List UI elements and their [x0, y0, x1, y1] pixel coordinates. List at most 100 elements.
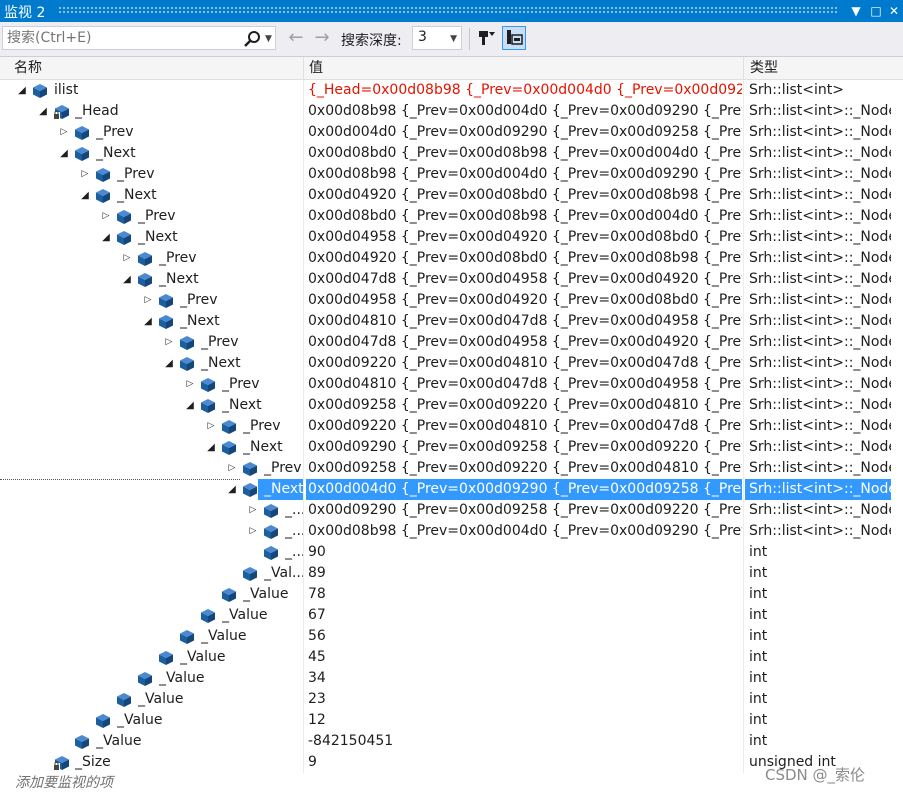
value-cell[interactable]: 78	[306, 584, 742, 605]
name-cell[interactable]: _Value	[0, 647, 303, 668]
collapse-arrow-icon[interactable]: ◢	[163, 353, 175, 374]
name-cell[interactable]: ▷ _Prev	[0, 332, 303, 353]
name-cell[interactable]: _Value	[0, 668, 303, 689]
table-row[interactable]: ◢ _Next 0x00d04810 {_Prev=0x00d047d8 {_Pre…	[0, 311, 903, 332]
maximize-button[interactable]: □	[867, 1, 885, 21]
table-row[interactable]: ▷ _...0x00d08b98 {_Prev=0x00d004d0 {_Prev…	[0, 521, 903, 542]
name-cell[interactable]: ▷ _...	[0, 521, 303, 542]
value-cell[interactable]: 0x00d04958 {_Prev=0x00d04920 {_Prev=0x00…	[306, 290, 742, 311]
name-cell[interactable]: _Value	[0, 626, 303, 647]
expand-arrow-icon[interactable]: ▷	[184, 374, 196, 395]
value-cell[interactable]: 89	[306, 563, 742, 584]
collapse-arrow-icon[interactable]: ◢	[205, 437, 217, 458]
name-cell[interactable]: ▷ _...	[0, 500, 303, 521]
back-arrow-icon[interactable]: ←	[285, 27, 307, 49]
table-row[interactable]: _Value 45 int	[0, 647, 903, 668]
table-row[interactable]: ▷ _Prev 0x00d08bd0 {_Prev=0x00d08b98 {_Pre…	[0, 206, 903, 227]
collapse-arrow-icon[interactable]: ◢	[58, 143, 70, 164]
name-cell[interactable]: ◢ _Next	[0, 185, 303, 206]
name-cell[interactable]: ◢ _Next	[0, 395, 303, 416]
name-cell[interactable]: ◢ _Next	[0, 269, 303, 290]
name-cell[interactable]: ▷ _Prev	[0, 122, 303, 143]
value-cell[interactable]: 0x00d04920 {_Prev=0x00d08bd0 {_Prev=0x00…	[306, 185, 742, 206]
value-cell[interactable]: 0x00d09258 {_Prev=0x00d09220 {_Prev=0x00…	[306, 458, 742, 479]
name-cell[interactable]: ▷ _Prev	[0, 164, 303, 185]
table-row[interactable]: ◢ _Next 0x00d09290 {_Prev=0x00d09258 {_Pre…	[0, 437, 903, 458]
expand-arrow-icon[interactable]: ▷	[100, 206, 112, 227]
name-cell[interactable]: _...	[0, 542, 303, 563]
table-row[interactable]: ▷ _Prev 0x00d004d0 {_Prev=0x00d09290 {_Pre…	[0, 122, 903, 143]
table-row[interactable]: _Val... 89 int	[0, 563, 903, 584]
window-dropdown-button[interactable]: ▼	[847, 1, 865, 21]
value-cell[interactable]: 0x00d04810 {_Prev=0x00d047d8 {_Prev=0x00…	[306, 374, 742, 395]
collapse-arrow-icon[interactable]: ◢	[16, 80, 28, 101]
expand-arrow-icon[interactable]: ▷	[226, 458, 238, 479]
value-cell[interactable]: 0x00d04920 {_Prev=0x00d08bd0 {_Prev=0x00…	[306, 248, 742, 269]
pin-filter-icon[interactable]	[475, 26, 499, 50]
name-cell[interactable]: ▷ _Prev	[0, 374, 303, 395]
value-cell[interactable]: 9	[306, 752, 742, 773]
name-cell[interactable]: ◢ _Next	[0, 143, 303, 164]
expand-arrow-icon[interactable]: ▷	[247, 521, 259, 542]
table-row[interactable]: ◢ _Next 0x00d09220 {_Prev=0x00d04810 {_Pre…	[0, 353, 903, 374]
name-cell[interactable]: ◢ _Next	[0, 353, 303, 374]
table-row[interactable]: ◢ _Next 0x00d09258 {_Prev=0x00d09220 {_Pre…	[0, 395, 903, 416]
value-cell[interactable]: 0x00d09258 {_Prev=0x00d09220 {_Prev=0x00…	[306, 395, 742, 416]
forward-arrow-icon[interactable]: →	[311, 27, 333, 49]
value-cell[interactable]: -842150451	[306, 731, 742, 752]
table-row[interactable]: ▷ _Prev 0x00d047d8 {_Prev=0x00d04958 {_Pre…	[0, 332, 903, 353]
value-cell[interactable]: 0x00d09220 {_Prev=0x00d04810 {_Prev=0x00…	[306, 416, 742, 437]
add-watch-item[interactable]: 添加要监视的项	[0, 773, 303, 794]
name-cell[interactable]: ▷ _Prev	[0, 458, 303, 479]
table-row[interactable]: ▷ _...0x00d09290 {_Prev=0x00d09258 {_Prev…	[0, 500, 903, 521]
value-cell[interactable]: 0x00d047d8 {_Prev=0x00d04958 {_Prev=0x00…	[306, 332, 742, 353]
search-icon[interactable]	[242, 29, 262, 49]
collapse-arrow-icon[interactable]: ◢	[226, 479, 238, 500]
column-name-header[interactable]: 名称	[14, 57, 42, 79]
name-cell[interactable]: ◢ _Next	[0, 311, 303, 332]
collapse-arrow-icon[interactable]: ◢	[184, 395, 196, 416]
table-row[interactable]: _Value 78 int	[0, 584, 903, 605]
collapse-arrow-icon[interactable]: ◢	[37, 101, 49, 122]
value-cell[interactable]: 34	[306, 668, 742, 689]
column-type-header[interactable]: 类型	[750, 57, 778, 79]
expand-arrow-icon[interactable]: ▷	[79, 164, 91, 185]
search-depth-select[interactable]: 3 ▼	[412, 26, 462, 50]
value-cell[interactable]: 0x00d047d8 {_Prev=0x00d04958 {_Prev=0x00…	[306, 269, 742, 290]
table-row[interactable]: ◢ _Next 0x00d004d0 {_Prev=0x00d09290 {_Pre…	[0, 479, 903, 500]
table-row[interactable]: ▷ _Prev 0x00d08b98 {_Prev=0x00d004d0 {_Pre…	[0, 164, 903, 185]
name-cell[interactable]: _Value	[0, 710, 303, 731]
expand-arrow-icon[interactable]: ▷	[205, 416, 217, 437]
expand-arrow-icon[interactable]: ▷	[121, 248, 133, 269]
value-cell[interactable]: 0x00d08bd0 {_Prev=0x00d08b98 {_Prev=0x00…	[306, 206, 742, 227]
name-cell[interactable]: _Size	[0, 752, 303, 773]
name-cell[interactable]: _Value	[0, 584, 303, 605]
chevron-down-icon[interactable]: ▼	[265, 29, 272, 49]
table-row[interactable]: ◢ _Next 0x00d047d8 {_Prev=0x00d04958 {_Pre…	[0, 269, 903, 290]
table-row[interactable]: ◢ _Next 0x00d08bd0 {_Prev=0x00d08b98 {_Pre…	[0, 143, 903, 164]
name-cell[interactable]: ◢ _Next	[0, 437, 303, 458]
expand-arrow-icon[interactable]: ▷	[58, 122, 70, 143]
column-value-header[interactable]: 值	[309, 57, 323, 79]
value-cell[interactable]: 0x00d04958 {_Prev=0x00d04920 {_Prev=0x00…	[306, 227, 742, 248]
search-input[interactable]	[3, 27, 243, 49]
value-cell[interactable]: 0x00d08b98 {_Prev=0x00d004d0 {_Prev=0x00…	[306, 521, 742, 542]
name-cell[interactable]: _Value	[0, 689, 303, 710]
table-row[interactable]: _Value 34 int	[0, 668, 903, 689]
table-row[interactable]: ◢ _Head 0x00d08b98 {_Prev=0x00d004d0 {_Pre…	[0, 101, 903, 122]
name-cell[interactable]: _Value	[0, 731, 303, 752]
name-cell[interactable]: ◢ _Next	[0, 479, 303, 500]
table-row[interactable]: ▷ _Prev 0x00d04958 {_Prev=0x00d04920 {_Pre…	[0, 290, 903, 311]
value-cell[interactable]: 0x00d004d0 {_Prev=0x00d09290 {_Prev=0x00…	[306, 122, 742, 143]
value-cell[interactable]: 0x00d08bd0 {_Prev=0x00d08b98 {_Prev=0x00…	[306, 143, 742, 164]
column-divider[interactable]	[303, 57, 304, 79]
table-row[interactable]: ▷ _Prev 0x00d04920 {_Prev=0x00d08bd0 {_Pre…	[0, 248, 903, 269]
table-row[interactable]: _Value 12 int	[0, 710, 903, 731]
table-row[interactable]: _Value 23 int	[0, 689, 903, 710]
name-cell[interactable]: _Val...	[0, 563, 303, 584]
value-cell[interactable]: 0x00d09290 {_Prev=0x00d09258 {_Prev=0x00…	[306, 500, 742, 521]
value-cell[interactable]: 0x00d004d0 {_Prev=0x00d09290 {_Prev=0x00…	[306, 479, 742, 500]
collapse-arrow-icon[interactable]: ◢	[142, 311, 154, 332]
table-row[interactable]: ▷ _Prev 0x00d09220 {_Prev=0x00d04810 {_Pre…	[0, 416, 903, 437]
table-row[interactable]: ▷ _Prev 0x00d09258 {_Prev=0x00d09220 {_Pre…	[0, 458, 903, 479]
